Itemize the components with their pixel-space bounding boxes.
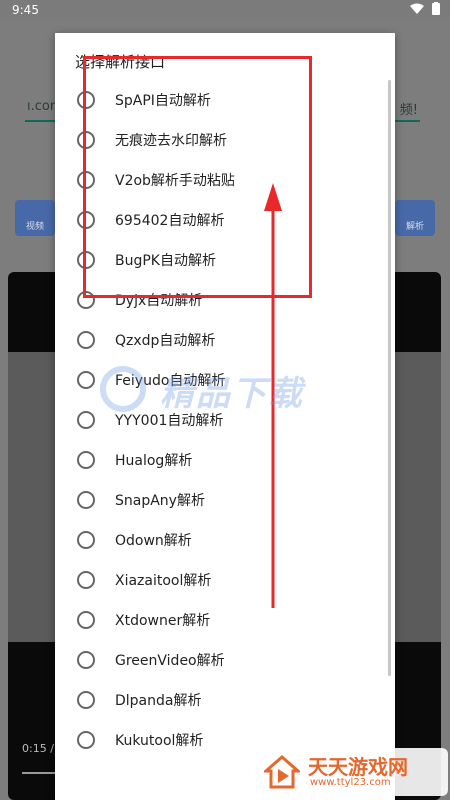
- option-label: GreenVideo解析: [115, 653, 225, 669]
- radio-button[interactable]: [77, 531, 95, 549]
- option-label: Dyjx自动解析: [115, 293, 203, 309]
- parser-option[interactable]: Kukutool解析: [55, 719, 395, 759]
- option-label: 695402自动解析: [115, 213, 225, 229]
- option-label: Odown解析: [115, 533, 192, 549]
- status-icons: [410, 2, 440, 15]
- status-time: 9:45: [12, 3, 39, 17]
- background-video-button: 视频: [15, 200, 55, 236]
- option-label: YYY001自动解析: [115, 413, 224, 429]
- radio-button[interactable]: [77, 131, 95, 149]
- parser-option[interactable]: Qzxdp自动解析: [55, 319, 395, 359]
- background-video-button-label: 视频: [25, 222, 44, 232]
- parser-option[interactable]: Feiyudo自动解析: [55, 359, 395, 399]
- option-label: Xiazaitool解析: [115, 573, 212, 589]
- radio-button[interactable]: [77, 291, 95, 309]
- option-label: Kukutool解析: [115, 733, 204, 749]
- option-label: Dlpanda解析: [115, 693, 202, 709]
- parser-option[interactable]: Xiazaitool解析: [55, 559, 395, 599]
- background-parse-button-label: 解析: [405, 222, 424, 232]
- parser-option[interactable]: Dyjx自动解析: [55, 279, 395, 319]
- parser-option[interactable]: YYY001自动解析: [55, 399, 395, 439]
- radio-button[interactable]: [77, 211, 95, 229]
- option-label: SpAPI自动解析: [115, 93, 211, 109]
- wifi-icon: [410, 3, 424, 14]
- radio-button[interactable]: [77, 651, 95, 669]
- background-parse-button: 解析: [395, 200, 435, 236]
- parser-option[interactable]: 无痕迹去水印解析: [55, 119, 395, 159]
- parser-option[interactable]: BugPK自动解析: [55, 239, 395, 279]
- battery-icon: [432, 2, 440, 15]
- parser-option[interactable]: 695402自动解析: [55, 199, 395, 239]
- option-label: V2ob解析手动粘贴: [115, 173, 235, 189]
- radio-button[interactable]: [77, 251, 95, 269]
- radio-button[interactable]: [77, 371, 95, 389]
- status-bar: 9:45: [0, 0, 450, 20]
- parser-option[interactable]: Dlpanda解析: [55, 679, 395, 719]
- background-url-suffix: 频!: [399, 103, 418, 118]
- radio-button[interactable]: [77, 91, 95, 109]
- parser-option[interactable]: Xtdowner解析: [55, 599, 395, 639]
- option-label: Hualog解析: [115, 453, 193, 469]
- parser-option[interactable]: SpAPI自动解析: [55, 79, 395, 119]
- option-label: Qzxdp自动解析: [115, 333, 216, 349]
- radio-button[interactable]: [77, 171, 95, 189]
- radio-button[interactable]: [77, 411, 95, 429]
- parser-option[interactable]: Odown解析: [55, 519, 395, 559]
- parser-option[interactable]: SnapAny解析: [55, 479, 395, 519]
- radio-button[interactable]: [77, 451, 95, 469]
- parser-option[interactable]: V2ob解析手动粘贴: [55, 159, 395, 199]
- dialog-scrollbar[interactable]: [388, 80, 391, 676]
- radio-button[interactable]: [77, 491, 95, 509]
- dialog-title: 选择解析接口: [75, 53, 166, 71]
- video-time: 0:15 /: [22, 742, 54, 755]
- radio-button[interactable]: [77, 611, 95, 629]
- radio-button[interactable]: [77, 691, 95, 709]
- option-label: SnapAny解析: [115, 493, 205, 509]
- option-label: 无痕迹去水印解析: [115, 133, 227, 149]
- radio-button[interactable]: [77, 571, 95, 589]
- parser-option[interactable]: GreenVideo解析: [55, 639, 395, 679]
- option-label: Feiyudo自动解析: [115, 373, 226, 389]
- select-parser-dialog: 选择解析接口 SpAPI自动解析 无痕迹去水印解析 V2ob解析手动粘贴 695…: [55, 33, 395, 800]
- radio-button[interactable]: [77, 331, 95, 349]
- parser-option[interactable]: Hualog解析: [55, 439, 395, 479]
- option-label: BugPK自动解析: [115, 253, 216, 269]
- radio-button[interactable]: [77, 731, 95, 749]
- parser-option-list: SpAPI自动解析 无痕迹去水印解析 V2ob解析手动粘贴 695402自动解析…: [55, 79, 395, 759]
- option-label: Xtdowner解析: [115, 613, 211, 629]
